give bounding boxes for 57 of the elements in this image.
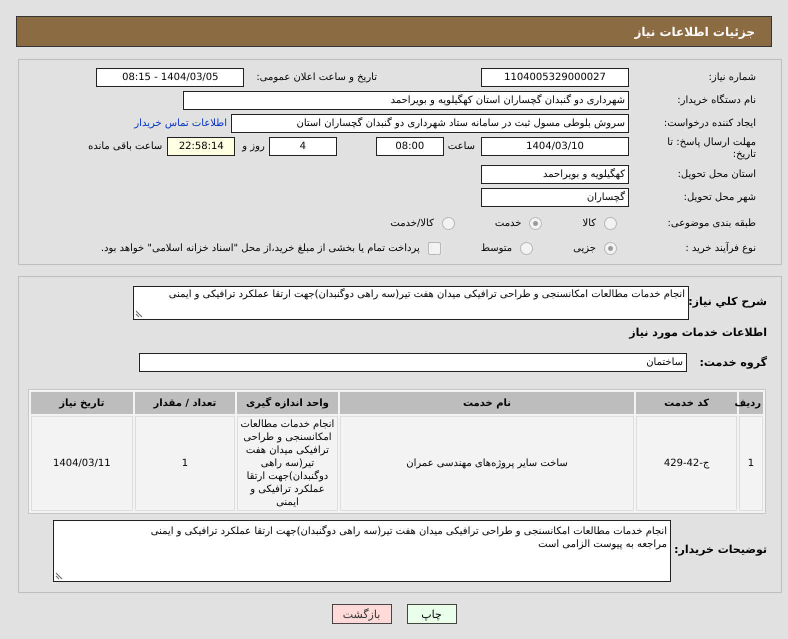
field-label: نوع فرآیند خرید : bbox=[684, 243, 756, 254]
page-header: جزئیات اطلاعات نیاز bbox=[16, 16, 772, 47]
option-label: پرداخت تمام یا بخشی از مبلغ خرید،از محل "اسناد خزانه اسلامی" خواهد بود. bbox=[100, 243, 420, 254]
option-label: خدمت bbox=[494, 218, 522, 229]
field-label: ساعت باقی مانده bbox=[88, 140, 162, 154]
buyer-contact-link[interactable]: اطلاعات تماس خریدار bbox=[134, 118, 227, 129]
table-cell: 1 bbox=[738, 416, 763, 511]
city-field[interactable]: گچساران bbox=[481, 188, 629, 207]
column-header: واحد اندازه گیری bbox=[237, 392, 338, 414]
back-button[interactable]: بازگشت bbox=[332, 604, 392, 624]
field-label: شماره نیاز: bbox=[708, 72, 756, 83]
option-label: کالا bbox=[582, 218, 596, 229]
field-label: تاریخ و ساعت اعلان عمومی: bbox=[256, 72, 377, 83]
resize-grip-icon[interactable] bbox=[55, 572, 63, 580]
resize-grip-icon[interactable] bbox=[135, 310, 143, 318]
field-label: شرح کلي نیاز: bbox=[689, 294, 767, 308]
deadline-time-field[interactable]: 08:00 bbox=[376, 137, 444, 156]
buyer-notes-field[interactable]: انجام خدمات مطالعات امکانسنجی و طراحی ترافیکی میدان هفت تیر(سه راهی دوگنبدان)جهت ارتقا عملکرد ترافیکی و ایمنی مراجعه به پیوست الزامی است bbox=[53, 520, 671, 582]
days-field[interactable]: 4 bbox=[268, 137, 337, 156]
field-label: نام دستگاه خریدار: bbox=[676, 95, 756, 106]
announce-date-field[interactable]: 1404/03/05 - 08:15 bbox=[96, 68, 244, 87]
column-header: نام خدمت bbox=[340, 392, 634, 414]
field-label: استان محل تحویل: bbox=[676, 169, 756, 180]
table-cell: ساخت سایر پروژه‌های مهندسی عمران bbox=[340, 416, 634, 511]
field-label: گروه خدمت: bbox=[698, 356, 767, 369]
section-title: اطلاعات خدمات مورد نیاز bbox=[629, 326, 767, 339]
table-cell: ج-42-429 bbox=[636, 416, 737, 511]
province-field[interactable]: کهگیلویه و بویراحمد bbox=[481, 165, 629, 184]
option-label: کالا/خدمت bbox=[390, 218, 434, 229]
radio-button[interactable] bbox=[520, 242, 534, 255]
remaining-time-field[interactable]: 22:58:14 bbox=[167, 137, 236, 156]
radio-button[interactable] bbox=[442, 217, 455, 230]
service-group-field[interactable]: ساختمان bbox=[139, 353, 687, 372]
summary-field[interactable]: انجام خدمات مطالعات امکانسنجی و طراحی ترافیکی میدان هفت تیر(سه راهی دوگنبدان)جهت ارتقا عملکرد ترافیکی و ایمنی bbox=[133, 286, 689, 320]
option-label: جزیی bbox=[573, 243, 596, 254]
field-label: ایجاد کننده درخواست: bbox=[662, 118, 756, 129]
need-number-field[interactable]: 1104005329000027 bbox=[481, 68, 629, 87]
field-label: ساعت bbox=[448, 140, 475, 154]
field-label: توضیحات خریدار: bbox=[673, 542, 767, 556]
deadline-date-field[interactable]: 1404/03/10 bbox=[481, 137, 629, 156]
radio-button[interactable] bbox=[604, 217, 617, 230]
field-label: طبقه بندی موضوعی: bbox=[666, 218, 756, 229]
field-label: شهر محل تحویل: bbox=[682, 192, 756, 203]
radio-button[interactable] bbox=[529, 217, 542, 230]
checkbox[interactable] bbox=[428, 242, 441, 255]
option-label: متوسط bbox=[480, 243, 512, 254]
print-button[interactable]: چاپ bbox=[406, 604, 456, 624]
field-label: مهلت ارسال پاسخ: تا تاریخ: bbox=[666, 137, 756, 161]
column-header: تاریخ نیاز bbox=[31, 392, 133, 414]
creator-field[interactable]: سروش بلوطی مسول ثبت در سامانه ستاد شهرداری دو گنبدان گچساران استان bbox=[231, 114, 629, 133]
buyer-org-field[interactable]: شهرداری دو گنبدان گچساران استان کهگیلویه و بویراحمد bbox=[183, 91, 629, 110]
field-label: روز و bbox=[242, 140, 265, 154]
table-cell: 1404/03/11 bbox=[31, 416, 133, 511]
radio-button[interactable] bbox=[604, 242, 617, 255]
table-cell: 1 bbox=[134, 416, 236, 511]
column-header: تعداد / مقدار bbox=[134, 392, 236, 414]
table-cell: انجام خدمات مطالعات امکانسنجی و طراحی ترافیکی میدان هفت تیر(سه راهی دوگنبدان)جهت ارتقا عملکرد ترافیکی و ایمنی bbox=[237, 416, 338, 511]
